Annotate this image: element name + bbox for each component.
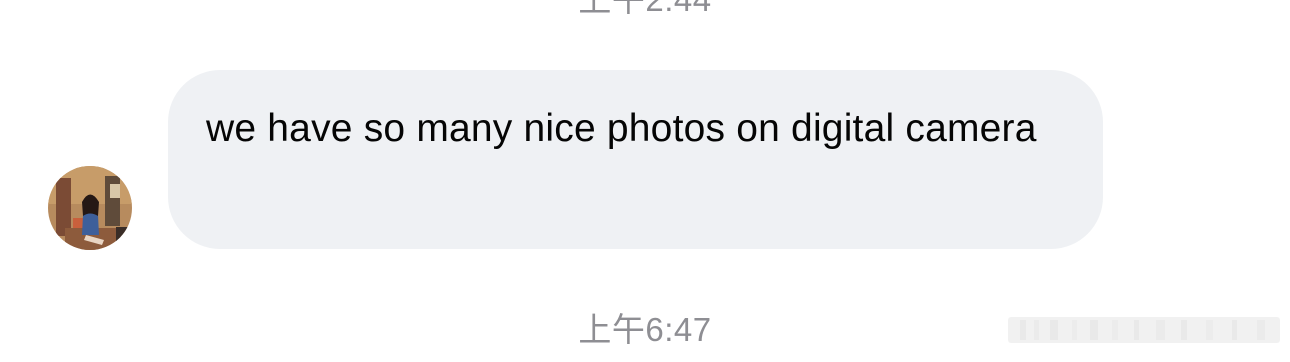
incoming-message-bubble[interactable]: we have so many nice photos on digital c…: [168, 70, 1103, 249]
faint-watermark-graphic: [1008, 317, 1280, 343]
timestamp-previous: 上午2:44: [0, 0, 1290, 20]
sender-avatar[interactable]: [48, 166, 132, 250]
profile-photo-avatar-icon: [48, 166, 132, 250]
message-text: we have so many nice photos on digital c…: [206, 107, 1037, 150]
